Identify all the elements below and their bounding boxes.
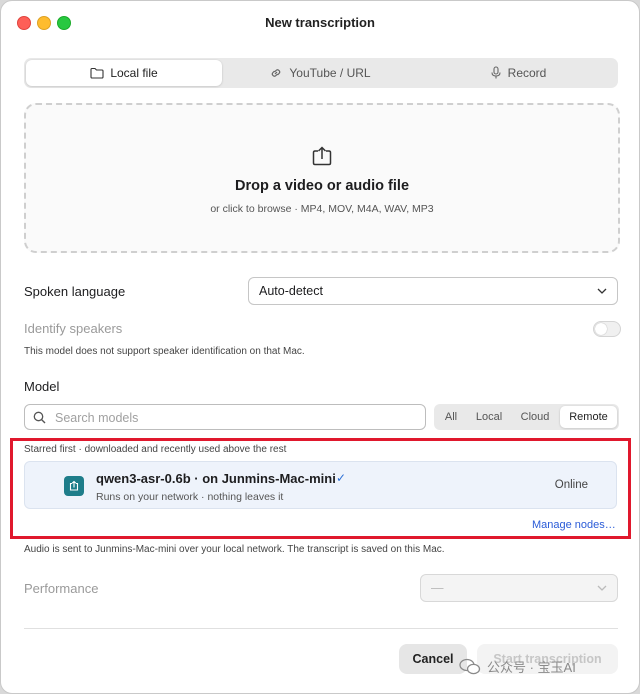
search-input[interactable] <box>53 408 417 428</box>
performance-label: Performance <box>24 581 99 596</box>
tab-local-file-label: Local file <box>110 66 158 80</box>
model-heading: Model <box>24 379 60 394</box>
speakers-note: This model does not support speaker iden… <box>24 346 305 357</box>
filter-all[interactable]: All <box>436 406 466 428</box>
performance-select[interactable]: — <box>420 574 618 602</box>
performance-value: — <box>431 581 444 595</box>
wechat-icon <box>459 658 481 674</box>
filter-cloud[interactable]: Cloud <box>512 406 558 428</box>
annotation-highlight-box <box>10 438 631 539</box>
model-search[interactable] <box>24 404 426 430</box>
watermark-text: 公众号 · 宝玉AI <box>487 660 576 675</box>
transcription-window: New transcription Local file YouTube / U… <box>0 0 640 694</box>
cancel-button[interactable]: Cancel <box>399 644 467 674</box>
upload-icon <box>312 146 332 166</box>
footer-divider <box>24 628 618 629</box>
filter-local[interactable]: Local <box>468 406 510 428</box>
titlebar: New transcription <box>1 1 639 45</box>
tab-youtube-url-label: YouTube / URL <box>289 66 371 80</box>
search-icon <box>33 411 46 424</box>
tab-youtube-url[interactable]: YouTube / URL <box>222 60 418 86</box>
watermark: 公众号 · 宝玉AI <box>459 657 576 676</box>
source-tabs: Local file YouTube / URL Record <box>24 58 618 88</box>
spoken-language-select[interactable]: Auto-detect <box>248 277 618 305</box>
dropzone-subtitle: or click to browse · MP4, MOV, M4A, WAV,… <box>210 203 434 215</box>
tab-record-label: Record <box>507 66 547 80</box>
file-dropzone[interactable]: Drop a video or audio file or click to b… <box>24 103 620 253</box>
folder-icon <box>90 67 104 79</box>
filter-remote[interactable]: Remote <box>560 406 617 428</box>
microphone-icon <box>491 66 501 79</box>
chevron-down-icon <box>597 288 607 294</box>
toggle-knob <box>595 323 607 335</box>
chevron-down-icon <box>597 585 607 591</box>
identify-speakers-toggle[interactable] <box>593 321 621 337</box>
dropzone-title: Drop a video or audio file <box>234 178 410 194</box>
identify-speakers-label: Identify speakers <box>24 321 123 336</box>
tab-record[interactable]: Record <box>420 60 616 86</box>
tab-local-file[interactable]: Local file <box>26 60 222 86</box>
model-filter-tabs: All Local Cloud Remote <box>434 404 619 430</box>
window-title: New transcription <box>265 15 375 30</box>
link-icon <box>272 69 281 77</box>
spoken-language-value: Auto-detect <box>259 284 323 298</box>
spoken-language-label: Spoken language <box>24 284 126 299</box>
privacy-note: Audio is sent to Junmins-Mac-mini over y… <box>24 544 445 555</box>
